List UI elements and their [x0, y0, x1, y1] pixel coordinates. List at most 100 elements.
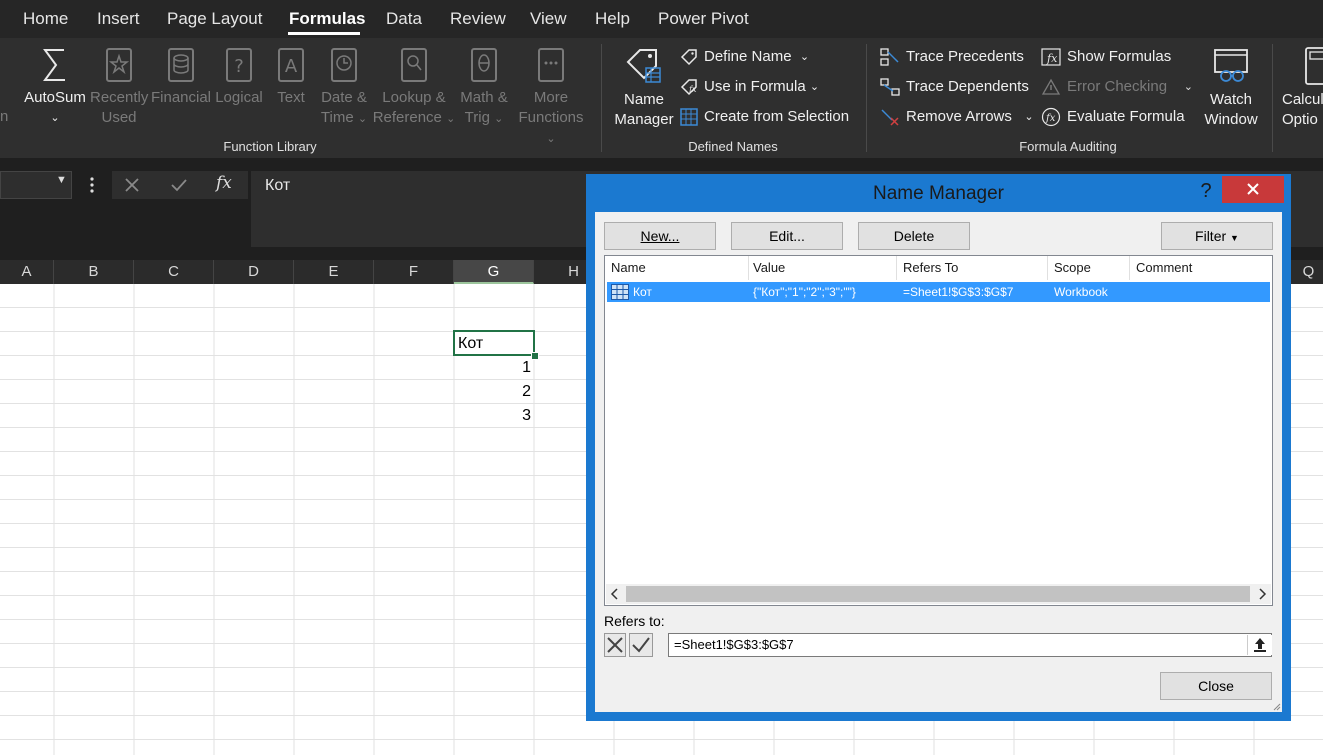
column-header-a[interactable]: A [0, 260, 54, 284]
evaluate-formula-button[interactable]: fx Evaluate Formula [1041, 106, 1185, 128]
function-library-group-label: Function Library [223, 139, 317, 154]
lookup-label: Lookup & [382, 89, 446, 106]
name-manager-dialog: Name Manager ? New... Edit... Delete Fil… [586, 174, 1291, 721]
list-header-comment[interactable]: Comment [1130, 256, 1272, 280]
tab-insert[interactable]: Insert [97, 9, 140, 29]
dialog-title: Name Manager [873, 183, 1004, 204]
close-button[interactable]: Close [1160, 672, 1272, 700]
more-book-icon [538, 48, 564, 82]
delete-button[interactable]: Delete [858, 222, 970, 250]
question-book-icon: ? [226, 48, 252, 82]
math-trig-button[interactable]: Math & Trig ⌄ [456, 46, 512, 129]
column-header-b[interactable]: B [54, 260, 134, 284]
fill-handle[interactable] [531, 352, 539, 360]
list-header-refers-to[interactable]: Refers To [897, 256, 1048, 280]
window-label: Window [1204, 111, 1258, 128]
calculation-options-button[interactable]: Calcul Optio [1282, 46, 1323, 130]
error-checking-button[interactable]: Error Checking ⌄ [1041, 76, 1193, 98]
error-checking-label: Error Checking [1067, 78, 1168, 95]
cell-g4[interactable]: 1 [454, 359, 531, 377]
chevron-down-icon: ▼ [1230, 233, 1239, 243]
logical-button[interactable]: ? Logical [214, 46, 264, 108]
recently-used-button[interactable]: Recently Used [90, 46, 148, 128]
cancel-icon[interactable] [124, 177, 140, 193]
svg-text:fx: fx [688, 85, 697, 94]
more-functions-button[interactable]: More Functions ⌄ [512, 46, 590, 149]
show-formulas-button[interactable]: fx Show Formulas [1041, 46, 1171, 68]
text-button[interactable]: A Text [268, 46, 314, 108]
autosum-button[interactable]: AutoSum ⌄ [22, 46, 88, 128]
remove-arrows-button[interactable]: Remove Arrows ⌄ [880, 106, 1034, 128]
active-tab-underline [288, 32, 360, 35]
used-label: Used [101, 109, 137, 126]
column-header-f[interactable]: F [374, 260, 454, 284]
tab-formulas[interactable]: Formulas [289, 9, 366, 29]
watch-window-button[interactable]: Watch Window [1198, 46, 1264, 130]
column-header-c[interactable]: C [134, 260, 214, 284]
name-manager-button[interactable]: Name Manager [612, 46, 676, 130]
list-header-value[interactable]: Value [747, 256, 897, 280]
new-button-label: New... [640, 228, 680, 244]
cell-g6[interactable]: 3 [454, 407, 531, 425]
new-button[interactable]: New... [604, 222, 716, 250]
column-header-g[interactable]: G [454, 260, 534, 284]
names-list[interactable]: Name Value Refers To Scope Comment Кот {… [604, 255, 1273, 606]
tab-data[interactable]: Data [386, 9, 422, 29]
close-window-button[interactable] [1222, 176, 1284, 203]
list-header-scope[interactable]: Scope [1048, 256, 1130, 280]
list-header-name[interactable]: Name [605, 256, 749, 280]
trace-precedents-button[interactable]: Trace Precedents [880, 46, 1024, 68]
calculation-label: Calcul [1282, 91, 1323, 108]
help-button[interactable]: ? [1194, 176, 1218, 206]
column-header-q[interactable]: Q [1294, 260, 1323, 284]
tab-review[interactable]: Review [450, 9, 506, 29]
edit-button[interactable]: Edit... [731, 222, 843, 250]
text-label: Text [277, 89, 305, 106]
create-from-selection-label: Create from Selection [704, 108, 850, 125]
chevron-down-icon: ⌄ [546, 133, 556, 145]
tag-fx-icon: fx [680, 79, 697, 96]
commit-reference-button[interactable] [629, 633, 653, 657]
cell-g3[interactable]: Кот [458, 335, 483, 353]
use-in-formula-button[interactable]: fx Use in Formula ⌄ [680, 76, 819, 98]
refers-to-input[interactable]: =Sheet1!$G$3:$G$7 [668, 633, 1272, 657]
collapse-dialog-button[interactable] [1247, 635, 1272, 655]
tab-view[interactable]: View [530, 9, 567, 29]
filter-button[interactable]: Filter ▼ [1161, 222, 1273, 250]
cancel-reference-button[interactable] [604, 633, 626, 657]
define-name-label: Define Name [704, 48, 792, 65]
ribbon-formulas: n AutoSum ⌄ Recently Used Financial ? Lo… [0, 38, 1323, 158]
name-box[interactable]: ▼ [0, 171, 72, 199]
table-name-icon [611, 284, 629, 300]
scroll-right-icon[interactable] [1257, 588, 1267, 600]
formula-auditing-group-label: Formula Auditing [1019, 139, 1117, 154]
define-name-button[interactable]: Define Name ⌄ [680, 46, 809, 68]
scrollbar-thumb[interactable] [626, 586, 1250, 602]
scroll-left-icon[interactable] [610, 588, 620, 600]
date-time-button[interactable]: Date & Time ⌄ [316, 46, 372, 129]
column-header-d[interactable]: D [214, 260, 294, 284]
clock-book-icon [331, 48, 357, 82]
tab-home[interactable]: Home [23, 9, 68, 29]
tab-help[interactable]: Help [595, 9, 630, 29]
name-label: Name [623, 91, 664, 108]
chevron-down-icon: ⌄ [1024, 111, 1034, 123]
calculator-icon [1305, 47, 1323, 85]
more-options-icon[interactable] [86, 175, 98, 195]
insert-function-icon[interactable]: fx [216, 173, 232, 193]
trig-label: Trig [464, 109, 490, 126]
list-item[interactable]: Кот {"Кот";"1";"2";"3";""} =Sheet1!$G$3:… [607, 282, 1270, 302]
resize-grip-icon[interactable] [1271, 701, 1281, 711]
delete-button-label: Delete [893, 228, 935, 244]
column-header-e[interactable]: E [294, 260, 374, 284]
horizontal-scrollbar[interactable] [606, 584, 1271, 604]
financial-button[interactable]: Financial [150, 46, 212, 108]
chevron-down-icon: ⌄ [446, 113, 456, 125]
enter-check-icon[interactable] [170, 177, 188, 193]
tab-page-layout[interactable]: Page Layout [167, 9, 262, 29]
trace-dependents-button[interactable]: Trace Dependents [880, 76, 1029, 98]
lookup-reference-button[interactable]: Lookup & Reference ⌄ [372, 46, 456, 129]
create-from-selection-button[interactable]: Create from Selection [680, 106, 849, 128]
tab-power-pivot[interactable]: Power Pivot [658, 9, 749, 29]
cell-g5[interactable]: 2 [454, 383, 531, 401]
